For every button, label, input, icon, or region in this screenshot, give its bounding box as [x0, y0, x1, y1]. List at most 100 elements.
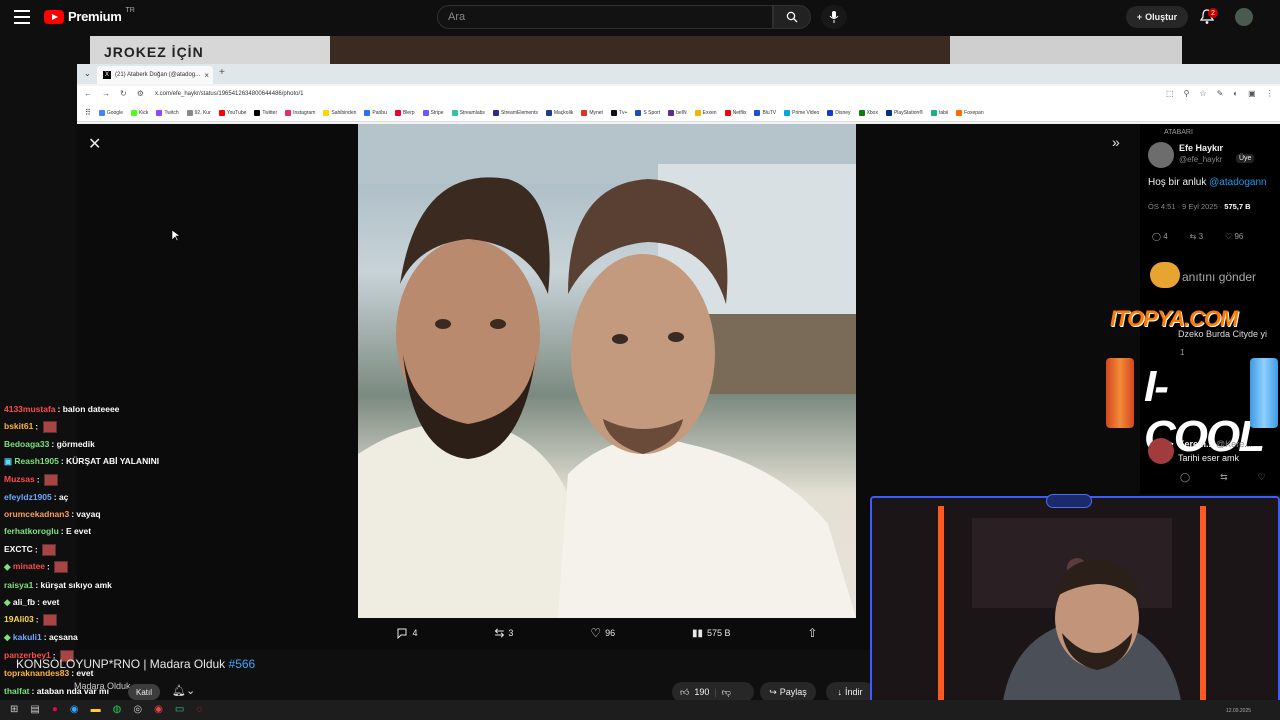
expand-sidebar-icon[interactable]: » — [1112, 134, 1120, 150]
voice-search-button[interactable] — [821, 5, 847, 29]
apps-icon[interactable]: ⠿ — [85, 108, 91, 117]
back-icon[interactable]: ← — [84, 89, 92, 98]
bookmark[interactable]: Instagram — [285, 109, 315, 116]
youtube-play-icon — [44, 9, 64, 24]
site-info-icon[interactable]: ⚙ — [137, 89, 144, 98]
bookmark[interactable]: Xbox — [858, 109, 878, 116]
search-button[interactable] — [773, 5, 811, 29]
bookmark[interactable]: beIN — [668, 109, 687, 116]
bookmark[interactable]: YouTube — [218, 109, 246, 116]
like-count: 190 — [694, 687, 710, 697]
extension2-icon[interactable]: ◐ — [1233, 89, 1238, 98]
tweet-photo[interactable] — [358, 124, 856, 618]
bookmark[interactable]: 92. Kur — [186, 109, 211, 116]
bookmark[interactable]: Maçkolik — [545, 109, 573, 116]
bookmark-star-icon[interactable]: ☆ — [1199, 89, 1206, 98]
browser-tab[interactable]: X (21) Ataberk Doğan (@atadog... × — [97, 66, 213, 84]
menu-icon[interactable] — [14, 10, 30, 24]
bookmark[interactable]: Stripe — [422, 109, 444, 116]
folder-icon[interactable]: ▬ — [91, 704, 101, 715]
views-button[interactable]: ▮▮ 575 B — [692, 628, 731, 639]
thumbs-up-icon[interactable]: 👍︎ — [680, 687, 689, 698]
tab-list-icon[interactable]: ⌄ — [84, 69, 91, 78]
bookmark[interactable]: tabii — [930, 109, 948, 116]
sidebar-icon[interactable]: ▣ — [1248, 89, 1256, 98]
avatar[interactable] — [1235, 8, 1253, 26]
close-icon[interactable]: ✕ — [88, 134, 101, 154]
author-name[interactable]: Efe Haykır — [1179, 143, 1223, 153]
retweet-button[interactable]: ⇆ 3 — [494, 626, 513, 640]
mention-link[interactable]: @atadogann — [1209, 177, 1266, 188]
reload-icon[interactable]: ↻ — [120, 89, 127, 98]
bookmark[interactable]: Paribu — [364, 109, 387, 116]
search-input[interactable]: Ara — [437, 5, 773, 29]
channel-name[interactable]: Madara Olduk — [74, 681, 131, 691]
bookmark[interactable]: Sahibinden — [323, 109, 356, 116]
chat-line: 4133mustafa: balon dateeee — [4, 404, 120, 414]
reply2-avatar[interactable] — [1148, 438, 1174, 464]
new-tab-button[interactable]: + — [219, 67, 225, 78]
sidebar-retweet-button[interactable]: ⇆ 3 — [1190, 232, 1203, 241]
download-button[interactable]: ↓ İndir — [826, 682, 874, 702]
tab-close-icon[interactable]: × — [204, 71, 209, 80]
reply-composer[interactable]: anıtını gönder — [1182, 270, 1256, 284]
thumbs-down-icon[interactable]: 👎︎ — [722, 687, 731, 698]
create-button[interactable]: + Oluştur — [1126, 6, 1188, 28]
whatsapp-icon[interactable]: ◍ — [113, 704, 122, 715]
install-icon[interactable]: ⬚ — [1166, 89, 1174, 98]
windows-start-icon[interactable]: ⊞ — [10, 704, 18, 715]
heart-icon: ♡ — [590, 626, 602, 640]
video-hashtag[interactable]: #566 — [229, 657, 256, 671]
bookmark[interactable]: Blerp — [394, 109, 415, 116]
author-handle[interactable]: @efe_haykr — [1179, 155, 1222, 164]
forward-icon[interactable]: → — [102, 89, 110, 98]
share-button[interactable]: ↪ Paylaş — [760, 682, 816, 702]
bookmark[interactable]: Foxepan — [956, 109, 984, 116]
more-icon[interactable]: ⋮ — [1266, 89, 1274, 98]
reply2-like-icon[interactable]: ♡ — [1258, 472, 1266, 483]
youtube-logo[interactable]: Premium TR — [44, 7, 135, 24]
taskbar-app-icon[interactable]: ◌ — [196, 704, 202, 715]
like-dislike-group[interactable]: 👍︎ 190 | 👎︎ — [672, 682, 754, 702]
reply2-reply-icon[interactable]: ◯ — [1180, 472, 1190, 483]
author-avatar[interactable] — [1148, 142, 1174, 168]
bookmark[interactable]: Tv+ — [610, 109, 627, 116]
reply-button[interactable]: 4 — [396, 627, 417, 639]
tab-title: (21) Ataberk Doğan (@atadog... — [115, 72, 201, 78]
zoom-icon[interactable]: ⚲ — [1184, 89, 1190, 98]
bookmark[interactable]: Exxen — [694, 109, 717, 116]
bookmark[interactable]: Prime Video — [784, 109, 819, 116]
bookmark[interactable]: Kick — [130, 109, 148, 116]
bell-subscribe-icon[interactable]: 🔔︎⌄ — [172, 684, 195, 697]
chat-emote — [42, 614, 57, 626]
taskbar-app-icon[interactable]: ◎ — [133, 704, 142, 715]
taskbar-app-icon[interactable]: ▤ — [30, 704, 39, 715]
chat-line: Muzsas: — [4, 474, 58, 486]
sidebar-reply-button[interactable]: ◯ 4 — [1152, 232, 1168, 241]
bookmark[interactable]: Streamlabs — [451, 109, 485, 116]
share-tweet-button[interactable]: ⇧ — [807, 626, 817, 640]
tweet-text: Hoş bir anluk @atadogann — [1148, 177, 1267, 188]
taskbar-app-icon[interactable]: ● — [52, 704, 58, 715]
tweet-actions-bar: 4 ⇆ 3 ♡ 96 ▮▮ 575 B ⇧ — [358, 622, 856, 644]
bookmark[interactable]: Disney — [827, 109, 851, 116]
url-field[interactable]: x.com/efe_haykr/status/19654126348006444… — [155, 91, 303, 97]
sidebar-like-button[interactable]: ♡ 96 — [1225, 232, 1243, 241]
bookmark[interactable]: BluTV — [754, 109, 776, 116]
chrome-icon[interactable]: ◉ — [154, 704, 163, 715]
join-button[interactable]: Katıl — [128, 684, 160, 700]
bookmark[interactable]: Netflix — [724, 109, 746, 116]
bookmark[interactable]: Google — [98, 109, 123, 116]
bookmark[interactable]: S Sport — [635, 109, 660, 116]
bookmark[interactable]: PlayStation® — [885, 109, 923, 116]
like-button[interactable]: ♡ 96 — [590, 626, 615, 640]
chat-line: ▣ Reash1905: KÜRŞAT ABİ YALANINI — [4, 456, 160, 466]
taskbar-app-icon[interactable]: ▭ — [175, 704, 184, 715]
extension-icon[interactable]: ✎ — [1217, 89, 1224, 98]
bookmark[interactable]: Mynet — [581, 109, 603, 116]
bookmark[interactable]: Twitter — [254, 109, 277, 116]
reply2-retweet-icon[interactable]: ⇆ — [1220, 472, 1228, 483]
bookmark[interactable]: StreamElements — [492, 109, 538, 116]
taskbar-app-icon[interactable]: ◉ — [70, 704, 79, 715]
bookmark[interactable]: Twitch — [156, 109, 179, 116]
